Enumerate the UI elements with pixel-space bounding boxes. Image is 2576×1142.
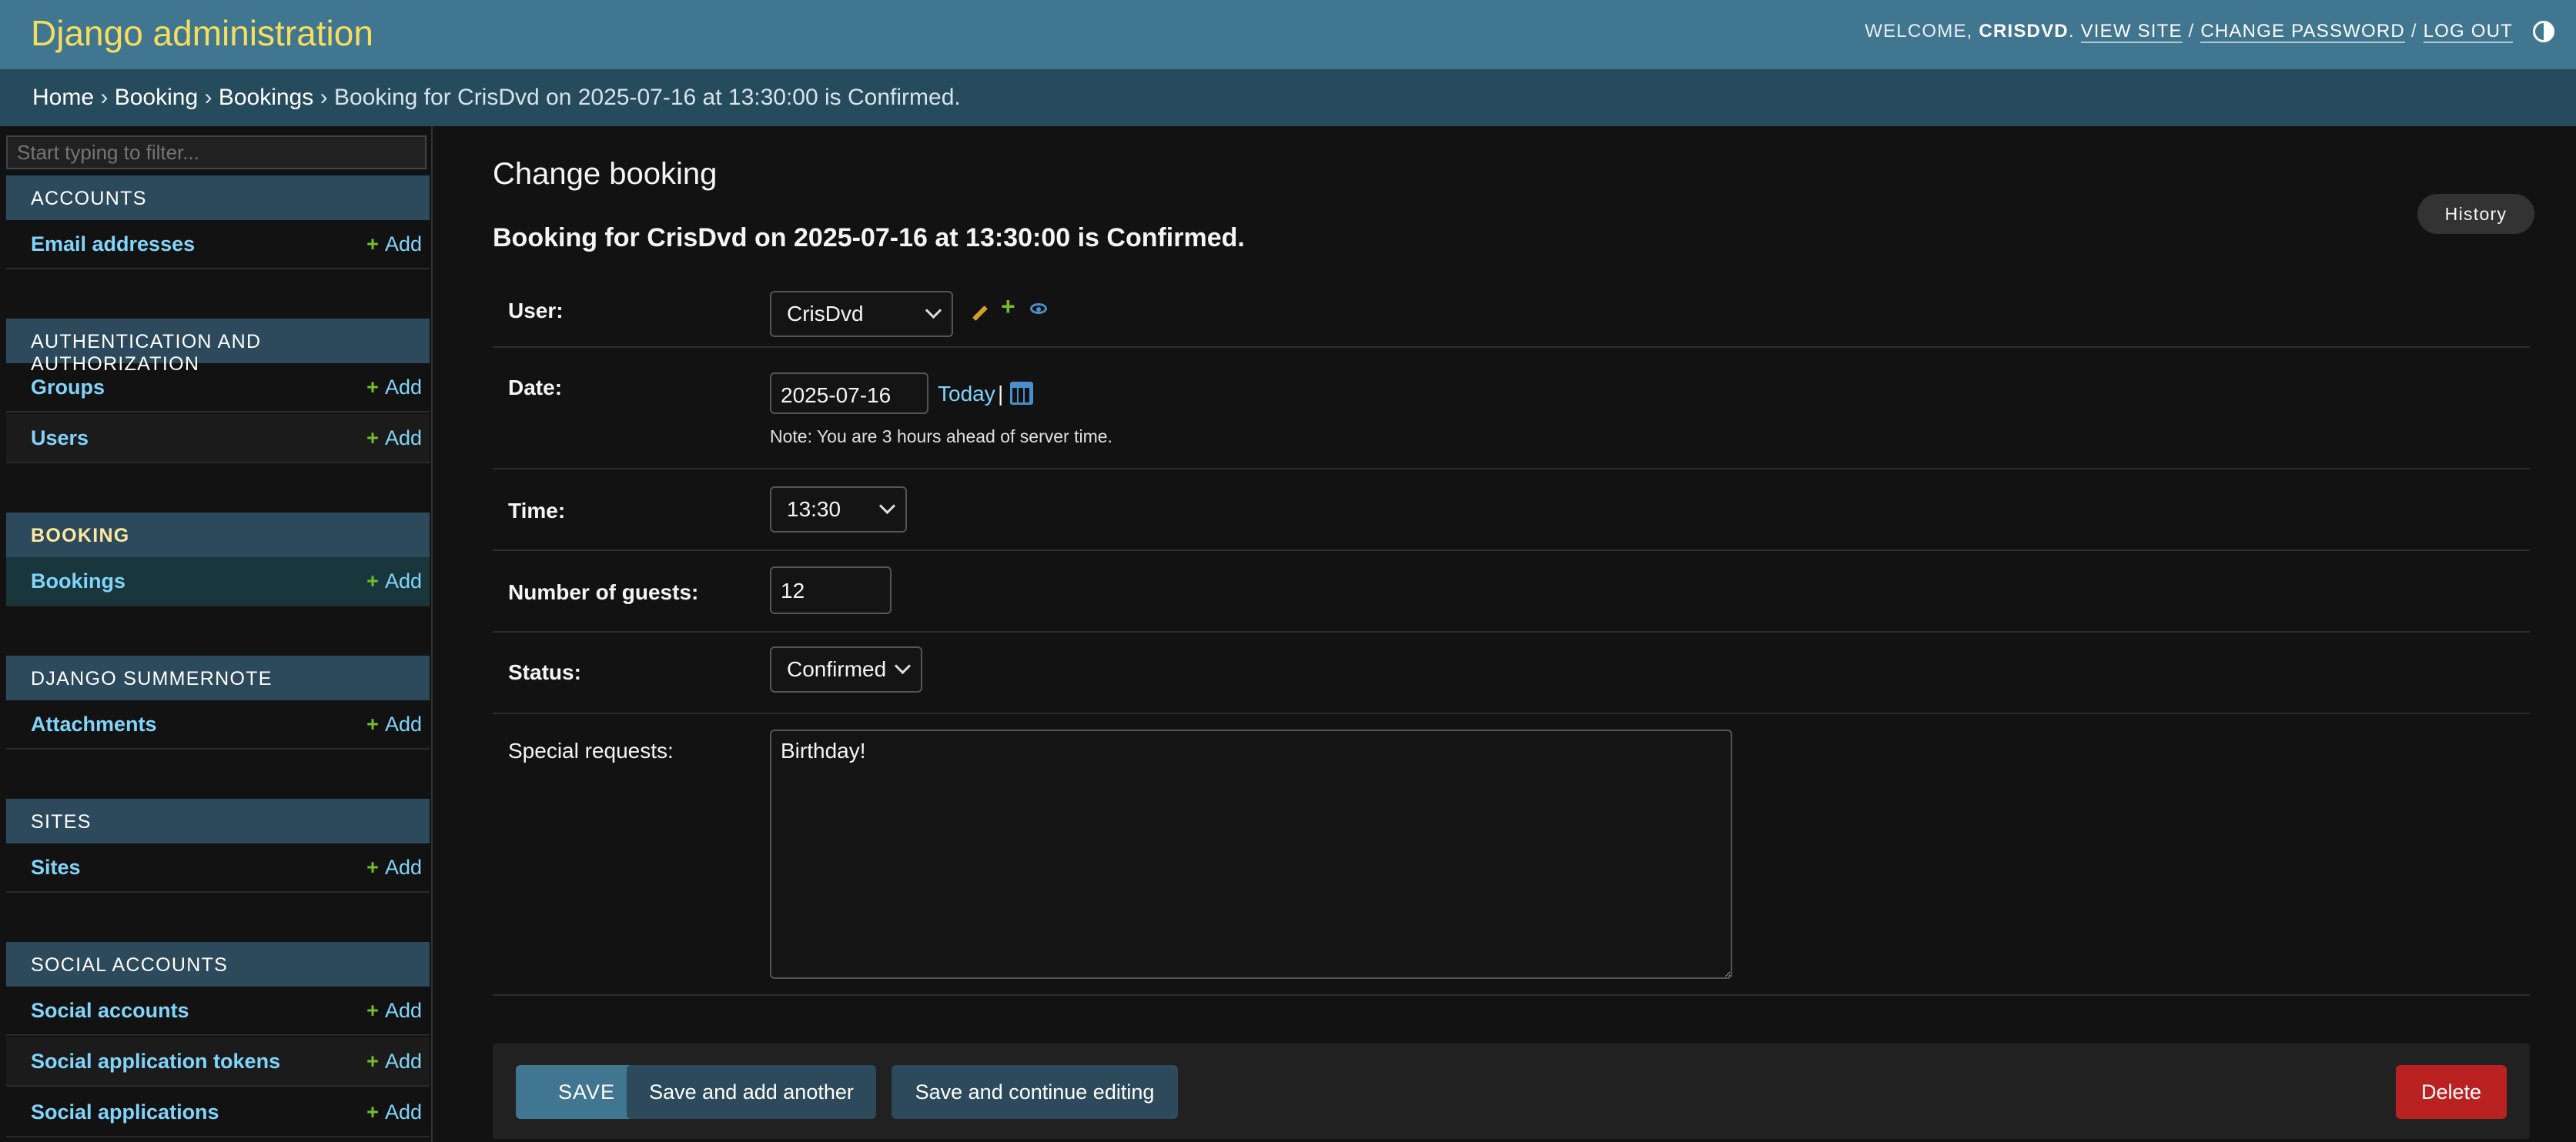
model-link[interactable]: Attachments	[31, 713, 157, 736]
site-brand[interactable]: Django administration	[31, 12, 373, 54]
model-link[interactable]: Social application tokens	[31, 1050, 280, 1074]
plus-icon: +	[366, 713, 379, 736]
field-row-user: User: CrisDvd +	[493, 272, 2530, 348]
separator: /	[2410, 21, 2417, 42]
save-and-continue-button[interactable]: Save and continue editing	[892, 1065, 1178, 1119]
breadcrumb-home[interactable]: Home	[32, 85, 94, 110]
plus-icon: +	[366, 426, 379, 449]
sidebar-item-users: Users + Add	[6, 414, 430, 463]
submit-row: SAVE Save and add another Save and conti…	[493, 1043, 2530, 1139]
sidebar-item-social-application-tokens: Social application tokens + Add	[6, 1037, 430, 1087]
sidebar-item-email-addresses: Email addresses + Add	[6, 220, 430, 269]
edit-pencil-icon[interactable]	[972, 306, 988, 321]
add-link[interactable]: + Add	[366, 569, 422, 593]
sidebar-nav: Accounts Email addresses +Add Authentica…	[0, 126, 433, 1142]
chevron-down-icon	[925, 302, 942, 319]
field-row-time: Time: 13:30	[493, 471, 2530, 551]
history-button[interactable]: History	[2417, 194, 2534, 234]
field-label: User:	[508, 299, 564, 322]
plus-icon: +	[366, 376, 379, 399]
model-link[interactable]: Groups	[31, 376, 105, 399]
plus-icon: +	[366, 232, 379, 255]
add-link[interactable]: + Add	[366, 1050, 422, 1074]
module-caption-booking[interactable]: Booking	[6, 513, 430, 557]
plus-icon: +	[366, 1050, 379, 1073]
field-label: Status:	[508, 660, 581, 684]
calendar-icon[interactable]	[1010, 382, 1033, 405]
model-link[interactable]: Social applications	[31, 1100, 219, 1124]
breadcrumb-app[interactable]: Booking	[115, 85, 198, 110]
user-tools: Welcome, CrisDvd. View site / Change pas…	[1865, 21, 2513, 43]
user-select[interactable]: CrisDvd	[770, 291, 953, 337]
add-link[interactable]: + Add	[366, 713, 422, 736]
model-link[interactable]: Sites	[31, 856, 81, 880]
separator: |	[998, 382, 1004, 406]
breadcrumb: Home › Booking › Bookings › Booking for …	[0, 69, 2576, 126]
breadcrumb-separator: ›	[204, 85, 212, 110]
object-title: Booking for CrisDvd on 2025-07-16 at 13:…	[493, 223, 1245, 252]
module-caption-summernote[interactable]: Django Summernote	[6, 656, 430, 700]
time-select[interactable]: 13:30	[770, 486, 907, 533]
field-row-special-requests: Special requests: Birthday!	[493, 716, 2530, 996]
plus-icon: +	[366, 999, 379, 1022]
sidebar-item-attachments: Attachments + Add	[6, 700, 430, 750]
add-link[interactable]: + Add	[366, 426, 422, 450]
view-site-link[interactable]: View site	[2080, 21, 2183, 43]
view-eye-icon[interactable]	[1030, 303, 1047, 314]
add-link[interactable]: + Add	[366, 856, 422, 880]
field-label: Time:	[508, 499, 566, 523]
add-link[interactable]: + Add	[366, 376, 422, 399]
username: CrisDvd	[1979, 21, 2069, 42]
nav-filter-input[interactable]	[6, 135, 427, 169]
delete-button[interactable]: Delete	[2396, 1065, 2507, 1119]
module-caption-accounts[interactable]: Accounts	[6, 175, 430, 220]
add-link[interactable]: + Add	[366, 999, 422, 1023]
add-related-plus-icon[interactable]: +	[1001, 292, 1015, 321]
field-label: Special requests:	[508, 739, 674, 763]
page-title: Change booking	[493, 157, 718, 191]
separator: /	[2188, 21, 2195, 42]
field-row-guests: Number of guests: 12	[493, 553, 2530, 633]
sidebar-item-bookings: Bookings + Add	[6, 557, 430, 606]
header: Django administration Welcome, CrisDvd. …	[0, 0, 2576, 69]
breadcrumb-current: Booking for CrisDvd on 2025-07-16 at 13:…	[333, 85, 961, 110]
date-input[interactable]: 2025-07-16	[770, 372, 928, 414]
module-caption-social-accounts[interactable]: Social Accounts	[6, 942, 430, 987]
sidebar-item-groups: Groups + Add	[6, 363, 430, 412]
status-select[interactable]: Confirmed	[770, 646, 922, 693]
save-and-add-another-button[interactable]: Save and add another	[627, 1065, 876, 1119]
breadcrumb-model[interactable]: Bookings	[219, 85, 313, 110]
welcome-text: Welcome,	[1865, 21, 1973, 42]
field-label: Number of guests:	[508, 580, 699, 604]
model-link[interactable]: Bookings	[31, 569, 125, 593]
field-row-date: Date: 2025-07-16 Today | Note: You are 3…	[493, 349, 2530, 469]
model-link[interactable]: Users	[31, 426, 89, 450]
module-caption-sites[interactable]: Sites	[6, 799, 430, 843]
special-requests-textarea[interactable]: Birthday!	[770, 730, 1732, 979]
theme-toggle-icon[interactable]	[2533, 21, 2554, 42]
module-caption-auth[interactable]: Authentication and Authorization	[6, 319, 430, 375]
today-link[interactable]: Today	[938, 382, 995, 406]
add-link[interactable]: + Add	[366, 232, 422, 256]
sidebar-item-social-applications: Social applications + Add	[6, 1088, 430, 1137]
chevron-down-icon	[894, 657, 912, 675]
sidebar-item-social-accounts: Social accounts + Add	[6, 987, 430, 1036]
add-link[interactable]: + Add	[366, 1100, 422, 1124]
plus-icon: +	[366, 856, 379, 879]
plus-icon: +	[366, 1100, 379, 1124]
plus-icon: +	[366, 569, 379, 593]
model-link[interactable]: Social accounts	[31, 999, 189, 1023]
timezone-note: Note: You are 3 hours ahead of server ti…	[770, 426, 1112, 446]
field-label: Date:	[508, 376, 563, 399]
log-out-link[interactable]: Log out	[2423, 21, 2513, 43]
breadcrumb-separator: ›	[319, 85, 328, 110]
field-row-status: Status: Confirmed	[493, 634, 2530, 714]
change-password-link[interactable]: Change password	[2200, 21, 2405, 43]
model-link[interactable]: Email addresses	[31, 232, 195, 256]
sidebar-item-sites: Sites + Add	[6, 843, 430, 893]
chevron-down-icon	[878, 497, 896, 515]
guests-input[interactable]: 12	[770, 566, 892, 614]
breadcrumb-separator: ›	[100, 85, 109, 110]
